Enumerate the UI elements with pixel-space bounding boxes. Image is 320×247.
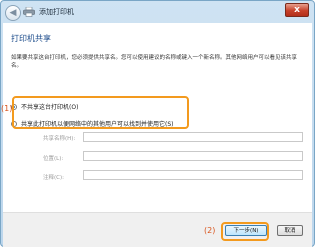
back-arrow-icon[interactable]: ◀ [5, 5, 21, 21]
sharing-options-highlight [12, 96, 189, 129]
title-bar: ◀ 添加打印机 x [1, 1, 314, 23]
printer-icon [23, 7, 35, 17]
comment-label: 注释(C): [43, 175, 64, 181]
next-button-highlight [221, 222, 269, 241]
page-heading: 打印机共享 [11, 34, 51, 43]
share-name-input[interactable] [83, 132, 303, 142]
location-input[interactable] [83, 151, 303, 161]
callout-2: (2) [204, 226, 216, 235]
close-icon: x [294, 5, 300, 15]
callout-1: (1) [1, 104, 13, 113]
comment-input[interactable] [83, 170, 303, 180]
cancel-button[interactable]: 取消 [277, 225, 303, 236]
share-name-label: 共享名称(H): [43, 136, 76, 142]
close-button[interactable]: x [285, 3, 309, 17]
location-label: 位置(L): [43, 156, 64, 162]
window-title: 添加打印机 [39, 8, 74, 16]
page-description: 如果要共享这台打印机，您必须提供共享名。您可以使用建议的名称或键入一个新名称。其… [11, 55, 298, 69]
